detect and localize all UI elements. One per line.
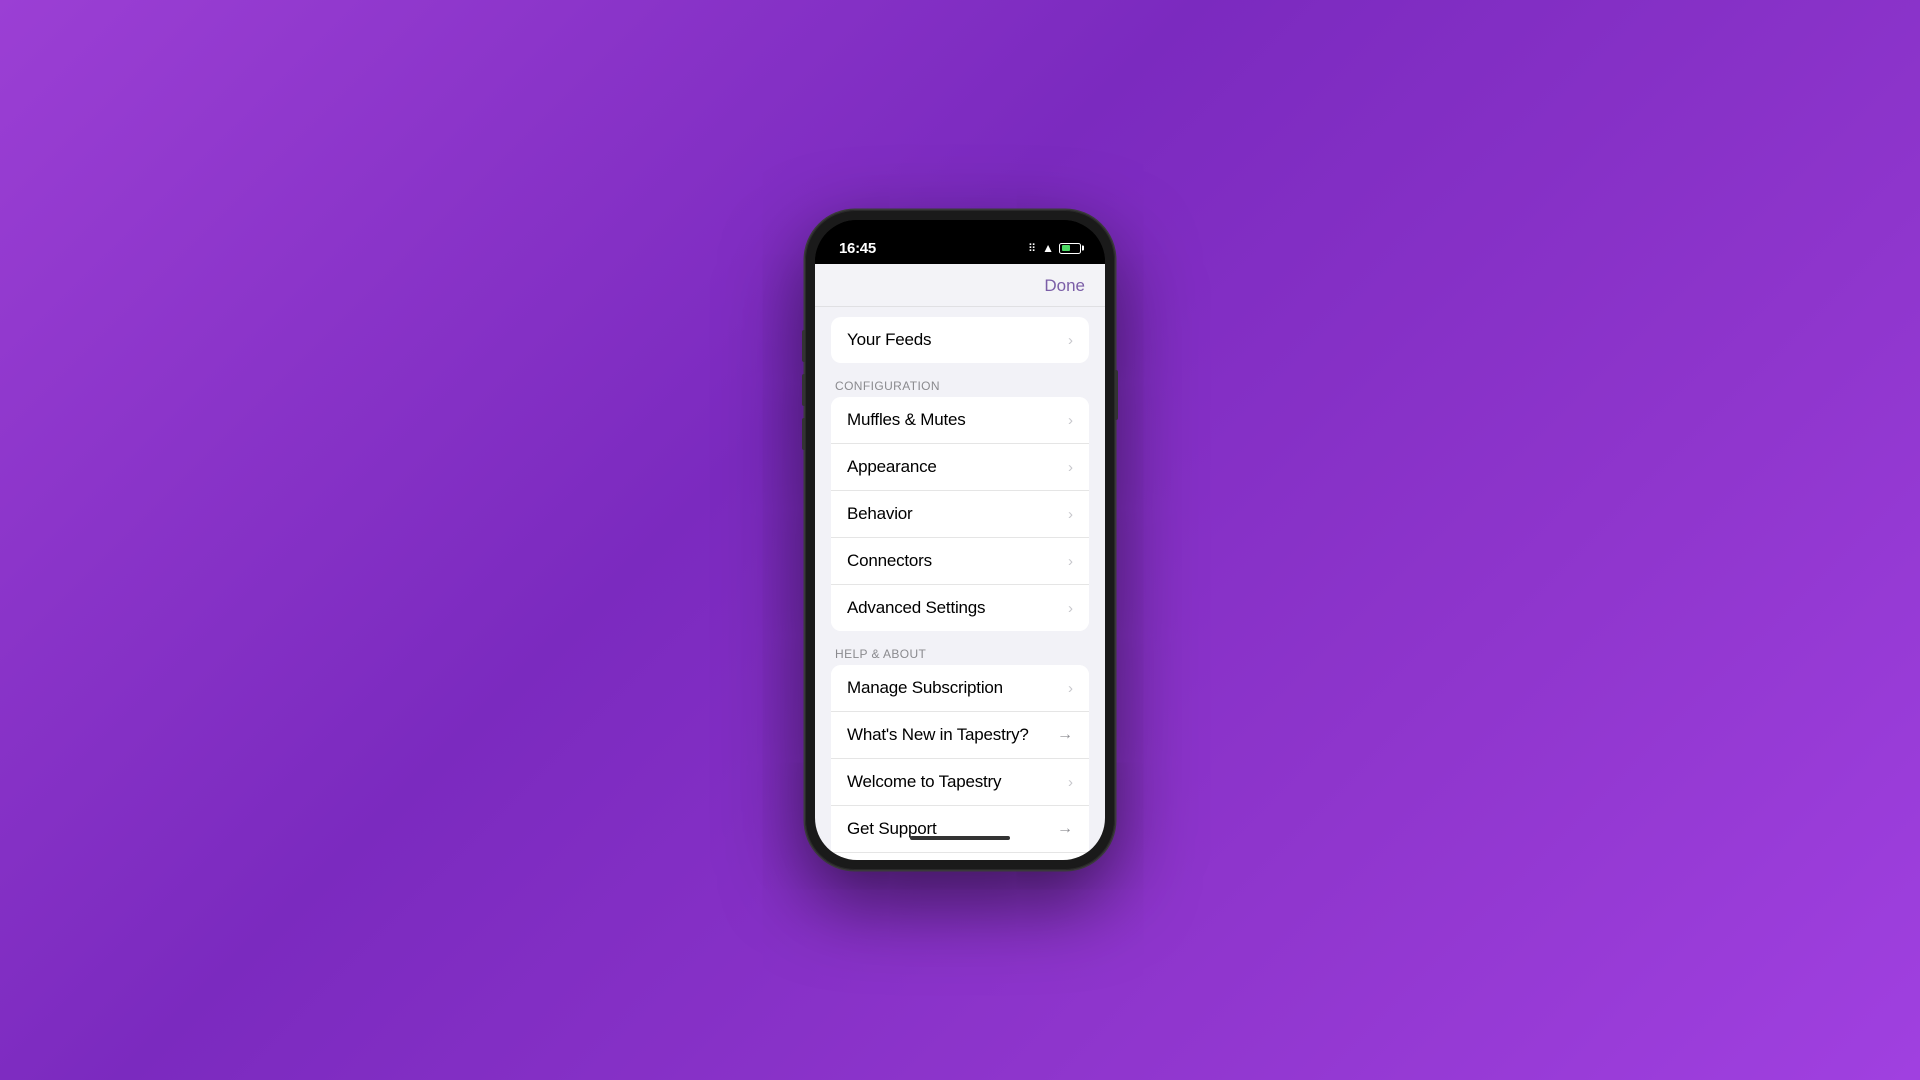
status-icons: ⠿ ▲ bbox=[1028, 241, 1081, 255]
appearance-label: Appearance bbox=[847, 457, 937, 477]
connectors-label: Connectors bbox=[847, 551, 932, 571]
signal-icon: ⠿ bbox=[1028, 242, 1037, 255]
muffles-mutes-chevron: › bbox=[1068, 412, 1073, 429]
connectors-chevron: › bbox=[1068, 553, 1073, 570]
status-time: 16:45 bbox=[839, 240, 876, 257]
your-feeds-label: Your Feeds bbox=[847, 330, 931, 350]
behavior-item[interactable]: Behavior › bbox=[831, 491, 1089, 538]
app-content: Done Your Feeds › CONFIGURATION Muffles … bbox=[815, 264, 1105, 860]
whats-new-label: What's New in Tapestry? bbox=[847, 725, 1029, 745]
appearance-chevron: › bbox=[1068, 459, 1073, 476]
phone-screen: 16:45 ⠿ ▲ Done Your Feeds bbox=[815, 220, 1105, 860]
phone-device: 16:45 ⠿ ▲ Done Your Feeds bbox=[805, 210, 1115, 870]
muffles-mutes-item[interactable]: Muffles & Mutes › bbox=[831, 397, 1089, 444]
help-about-group: Manage Subscription › What's New in Tape… bbox=[831, 665, 1089, 860]
your-feeds-group: Your Feeds › bbox=[831, 317, 1089, 363]
advanced-settings-chevron: › bbox=[1068, 600, 1073, 617]
your-feeds-item[interactable]: Your Feeds › bbox=[831, 317, 1089, 363]
manage-subscription-chevron: › bbox=[1068, 680, 1073, 697]
muffles-mutes-label: Muffles & Mutes bbox=[847, 410, 966, 430]
battery-icon bbox=[1059, 243, 1081, 254]
manage-subscription-label: Manage Subscription bbox=[847, 678, 1003, 698]
nav-bar: Done bbox=[815, 264, 1105, 307]
connectors-item[interactable]: Connectors › bbox=[831, 538, 1089, 585]
welcome-tapestry-chevron: › bbox=[1068, 774, 1073, 791]
welcome-tapestry-label: Welcome to Tapestry bbox=[847, 772, 1001, 792]
advanced-settings-item[interactable]: Advanced Settings › bbox=[831, 585, 1089, 631]
help-about-header: HELP & ABOUT bbox=[815, 641, 1105, 665]
about-item[interactable]: About › bbox=[831, 853, 1089, 860]
status-bar: 16:45 ⠿ ▲ bbox=[815, 220, 1105, 264]
behavior-chevron: › bbox=[1068, 506, 1073, 523]
configuration-header: CONFIGURATION bbox=[815, 373, 1105, 397]
appearance-item[interactable]: Appearance › bbox=[831, 444, 1089, 491]
get-support-arrow: → bbox=[1057, 820, 1073, 838]
whats-new-arrow: → bbox=[1057, 726, 1073, 744]
get-support-item[interactable]: Get Support → bbox=[831, 806, 1089, 853]
your-feeds-chevron: › bbox=[1068, 332, 1073, 349]
advanced-settings-label: Advanced Settings bbox=[847, 598, 985, 618]
configuration-group: Muffles & Mutes › Appearance › Behavior … bbox=[831, 397, 1089, 631]
behavior-label: Behavior bbox=[847, 504, 913, 524]
home-indicator bbox=[910, 836, 1010, 840]
done-button[interactable]: Done bbox=[1044, 276, 1085, 296]
manage-subscription-item[interactable]: Manage Subscription › bbox=[831, 665, 1089, 712]
whats-new-item[interactable]: What's New in Tapestry? → bbox=[831, 712, 1089, 759]
dynamic-island bbox=[915, 230, 1005, 258]
wifi-icon: ▲ bbox=[1042, 241, 1054, 255]
welcome-tapestry-item[interactable]: Welcome to Tapestry › bbox=[831, 759, 1089, 806]
